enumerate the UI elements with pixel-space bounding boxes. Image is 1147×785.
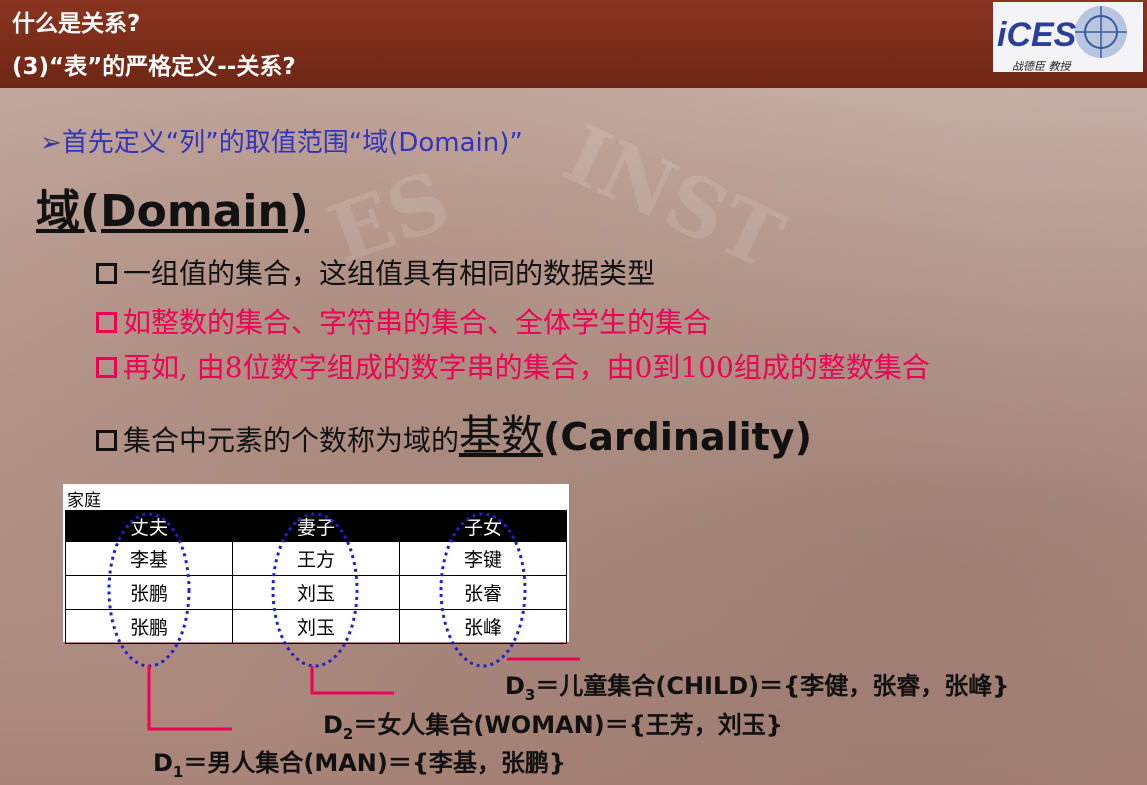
set-subscript: 3 bbox=[524, 685, 536, 704]
column-ellipse-wife bbox=[271, 512, 359, 668]
set-symbol: D bbox=[153, 749, 173, 777]
set-definition: ＝女人集合(WOMAN)＝{王芳，刘玉} bbox=[353, 711, 783, 739]
connector-d1 bbox=[147, 666, 232, 731]
column-ellipse-husband bbox=[107, 512, 191, 668]
set-definition: ＝男人集合(MAN)＝{李基，张鹏} bbox=[183, 749, 567, 777]
connector-d2 bbox=[310, 666, 394, 695]
set-subscript: 1 bbox=[172, 762, 184, 781]
set-symbol: D bbox=[323, 711, 343, 739]
domain-set-d3: D3＝儿童集合(CHILD)＝{李健，张睿，张峰} bbox=[505, 666, 1009, 704]
set-symbol: D bbox=[505, 672, 525, 700]
column-ellipse-children bbox=[439, 512, 527, 668]
domain-set-d1: D1＝男人集合(MAN)＝{李基，张鹏} bbox=[153, 743, 566, 781]
set-definition: ＝儿童集合(CHILD)＝{李健，张睿，张峰} bbox=[535, 672, 1010, 700]
domain-set-d2: D2＝女人集合(WOMAN)＝{王芳，刘玉} bbox=[323, 705, 783, 743]
set-subscript: 2 bbox=[342, 724, 354, 743]
